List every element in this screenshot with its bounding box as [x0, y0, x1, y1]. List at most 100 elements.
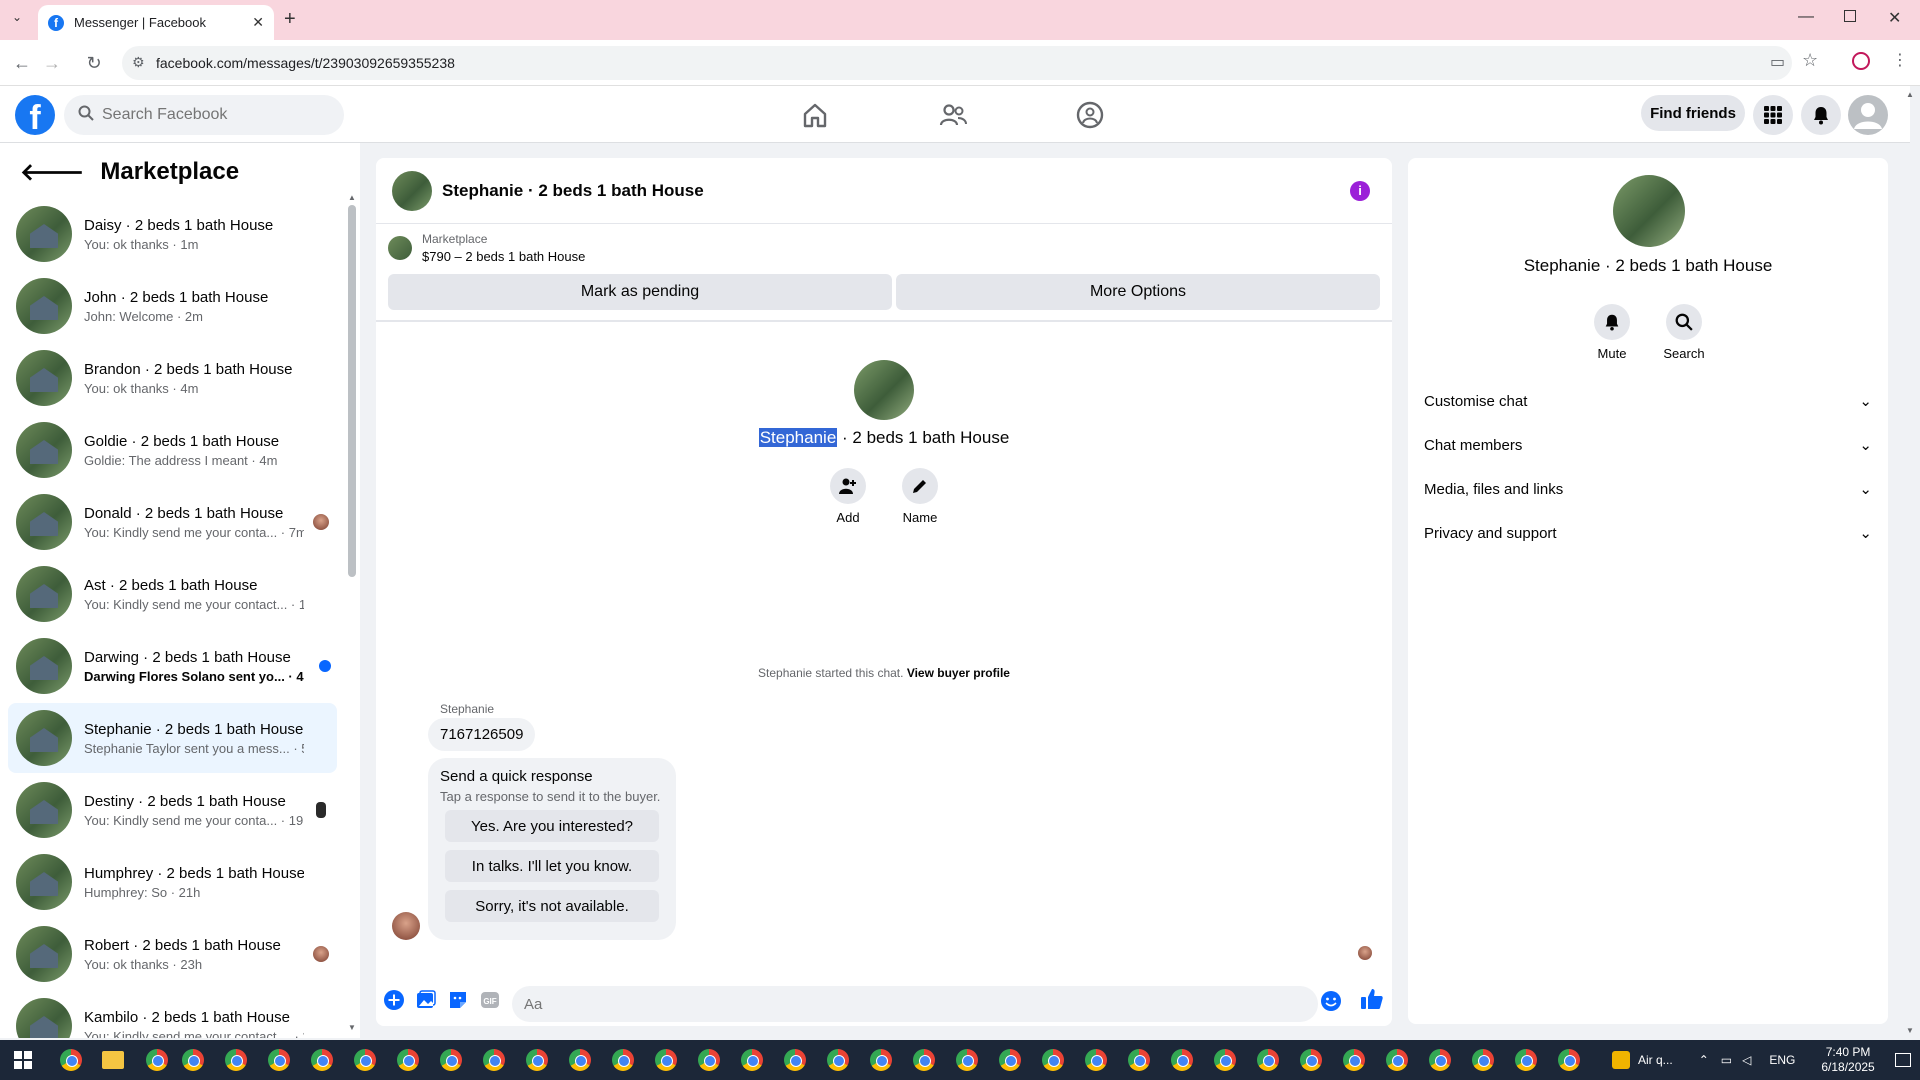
message-input[interactable]: [524, 995, 1224, 1013]
account-avatar[interactable]: [1848, 95, 1888, 135]
scroll-down-icon[interactable]: ▼: [348, 1023, 356, 1032]
restore-icon[interactable]: [1844, 10, 1856, 22]
site-info-icon[interactable]: ⚙: [132, 54, 145, 71]
notifications-bell-icon[interactable]: [1801, 95, 1841, 135]
chrome-taskbar-icon[interactable]: [268, 1049, 290, 1071]
language-indicator[interactable]: ENG: [1769, 1053, 1795, 1067]
chrome-taskbar-icon[interactable]: [526, 1049, 548, 1071]
search-conversation-button[interactable]: Search: [1654, 304, 1714, 361]
reload-icon[interactable]: ↻: [82, 53, 106, 74]
section-chat-members[interactable]: Chat members ⌄: [1424, 425, 1872, 465]
conversation-item[interactable]: Darwing · 2 beds 1 bath House Darwing Flo…: [8, 631, 337, 701]
sidebar-scrollbar[interactable]: [348, 205, 356, 577]
chrome-taskbar-icon[interactable]: [354, 1049, 376, 1071]
chrome-taskbar-icon[interactable]: [311, 1049, 333, 1071]
home-icon[interactable]: [800, 100, 830, 130]
gif-icon[interactable]: GIF: [480, 990, 500, 1010]
url-field[interactable]: facebook.com/messages/t/2390309265935523…: [122, 46, 1792, 80]
chrome-taskbar-icon[interactable]: [225, 1049, 247, 1071]
chrome-taskbar-icon[interactable]: [1128, 1049, 1150, 1071]
mark-as-pending-button[interactable]: Mark as pending: [388, 274, 892, 310]
scroll-up-icon[interactable]: ▲: [348, 193, 356, 202]
message-bubble[interactable]: 7167126509: [428, 718, 536, 751]
close-window-icon[interactable]: ✕: [1888, 8, 1901, 28]
forward-icon[interactable]: →: [40, 53, 64, 74]
page-scroll-down-icon[interactable]: ▼: [1906, 1026, 1914, 1035]
chrome-taskbar-icon[interactable]: [182, 1049, 204, 1071]
notification-center-icon[interactable]: [1894, 1053, 1911, 1067]
section-privacy-support[interactable]: Privacy and support ⌄: [1424, 513, 1872, 553]
clock[interactable]: 7:40 PM 6/18/2025: [1821, 1045, 1874, 1075]
add-people-button[interactable]: Add: [818, 468, 878, 525]
chrome-taskbar-icon[interactable]: [1343, 1049, 1365, 1071]
conversation-item[interactable]: Brandon · 2 beds 1 bath House You: ok tha…: [8, 343, 337, 413]
edit-name-button[interactable]: Name: [890, 468, 950, 525]
air-quality-text[interactable]: Air q...: [1638, 1053, 1673, 1067]
volume-icon[interactable]: ◁: [1742, 1053, 1751, 1067]
chrome-taskbar-icon[interactable]: [913, 1049, 935, 1071]
conversation-item[interactable]: Goldie · 2 beds 1 bath House Goldie: The …: [8, 415, 337, 485]
back-arrow-icon[interactable]: 🡐: [20, 157, 84, 187]
chrome-taskbar-icon[interactable]: [741, 1049, 763, 1071]
section-media-files-links[interactable]: Media, files and links ⌄: [1424, 469, 1872, 509]
chrome-taskbar-icon[interactable]: [655, 1049, 677, 1071]
thumbs-up-icon[interactable]: [1360, 987, 1383, 1009]
chrome-taskbar-icon[interactable]: [1171, 1049, 1193, 1071]
facebook-logo-icon[interactable]: f: [15, 95, 55, 135]
page-scroll-up-icon[interactable]: ▲: [1906, 90, 1914, 99]
plus-circle-icon[interactable]: [384, 990, 404, 1010]
facebook-search-box[interactable]: [64, 95, 344, 135]
emoji-icon[interactable]: [1320, 990, 1341, 1011]
profile-icon[interactable]: [1852, 52, 1870, 70]
listing-summary[interactable]: Marketplace $790 – 2 beds 1 bath House: [388, 232, 585, 264]
chrome-taskbar-icon[interactable]: [1558, 1049, 1580, 1071]
tab-search-icon[interactable]: ⌄: [12, 10, 22, 24]
tray-chevron-icon[interactable]: ⌃: [1699, 1053, 1709, 1067]
chrome-taskbar-icon[interactable]: [999, 1049, 1021, 1071]
chrome-taskbar-icon[interactable]: [827, 1049, 849, 1071]
conversation-item[interactable]: John · 2 beds 1 bath House John: Welcome …: [8, 271, 337, 341]
chrome-taskbar-icon[interactable]: [870, 1049, 892, 1071]
chrome-taskbar-icon[interactable]: [440, 1049, 462, 1071]
chrome-taskbar-icon[interactable]: [612, 1049, 634, 1071]
chrome-taskbar-icon[interactable]: [1472, 1049, 1494, 1071]
chrome-taskbar-icon[interactable]: [956, 1049, 978, 1071]
find-friends-button[interactable]: Find friends: [1641, 95, 1745, 131]
sticker-icon[interactable]: [448, 990, 468, 1010]
photo-icon[interactable]: [416, 990, 436, 1010]
chrome-taskbar-icon[interactable]: [397, 1049, 419, 1071]
conversation-item[interactable]: Destiny · 2 beds 1 bath House You: Kindly…: [8, 775, 337, 845]
conversation-item[interactable]: Kambilo · 2 beds 1 bath House You: Kindly…: [8, 991, 337, 1038]
quick-response-button[interactable]: In talks. I'll let you know.: [445, 850, 659, 882]
chrome-taskbar-icon[interactable]: [1300, 1049, 1322, 1071]
search-input[interactable]: [102, 106, 322, 124]
back-icon[interactable]: ←: [10, 53, 34, 74]
network-icon[interactable]: ▭: [1721, 1053, 1732, 1067]
chat-title[interactable]: Stephanie · 2 beds 1 bath House: [442, 181, 704, 201]
chrome-taskbar-icon[interactable]: [784, 1049, 806, 1071]
chrome-taskbar-icon[interactable]: [1386, 1049, 1408, 1071]
chrome-taskbar-icon[interactable]: [1429, 1049, 1451, 1071]
menu-grid-icon[interactable]: [1753, 95, 1793, 135]
conversation-item[interactable]: Ast · 2 beds 1 bath House You: Kindly sen…: [8, 559, 337, 629]
install-app-icon[interactable]: ▭: [1770, 52, 1785, 72]
friends-icon[interactable]: [938, 100, 968, 130]
conversation-item[interactable]: Stephanie · 2 beds 1 bath House Stephanie…: [8, 703, 337, 773]
message-input-box[interactable]: [512, 986, 1318, 1022]
sender-avatar[interactable]: [392, 912, 420, 940]
view-buyer-profile-link[interactable]: View buyer profile: [907, 666, 1010, 680]
quick-response-button[interactable]: Sorry, it's not available.: [445, 890, 659, 922]
chrome-taskbar-icon[interactable]: [569, 1049, 591, 1071]
details-avatar[interactable]: [1613, 175, 1685, 247]
conversation-item[interactable]: Donald · 2 beds 1 bath House You: Kindly …: [8, 487, 337, 557]
chrome-taskbar-icon[interactable]: [60, 1049, 82, 1071]
info-icon[interactable]: i: [1350, 181, 1370, 201]
minimize-icon[interactable]: —: [1798, 8, 1814, 26]
new-tab-icon[interactable]: +: [284, 8, 296, 31]
conversation-item[interactable]: Daisy · 2 beds 1 bath House You: ok thank…: [8, 199, 337, 269]
conversation-item[interactable]: Robert · 2 beds 1 bath House You: ok than…: [8, 919, 337, 989]
chrome-taskbar-icon[interactable]: [483, 1049, 505, 1071]
groups-icon[interactable]: [1075, 100, 1105, 130]
mute-button[interactable]: Mute: [1582, 304, 1642, 361]
close-tab-icon[interactable]: ✕: [252, 14, 264, 31]
